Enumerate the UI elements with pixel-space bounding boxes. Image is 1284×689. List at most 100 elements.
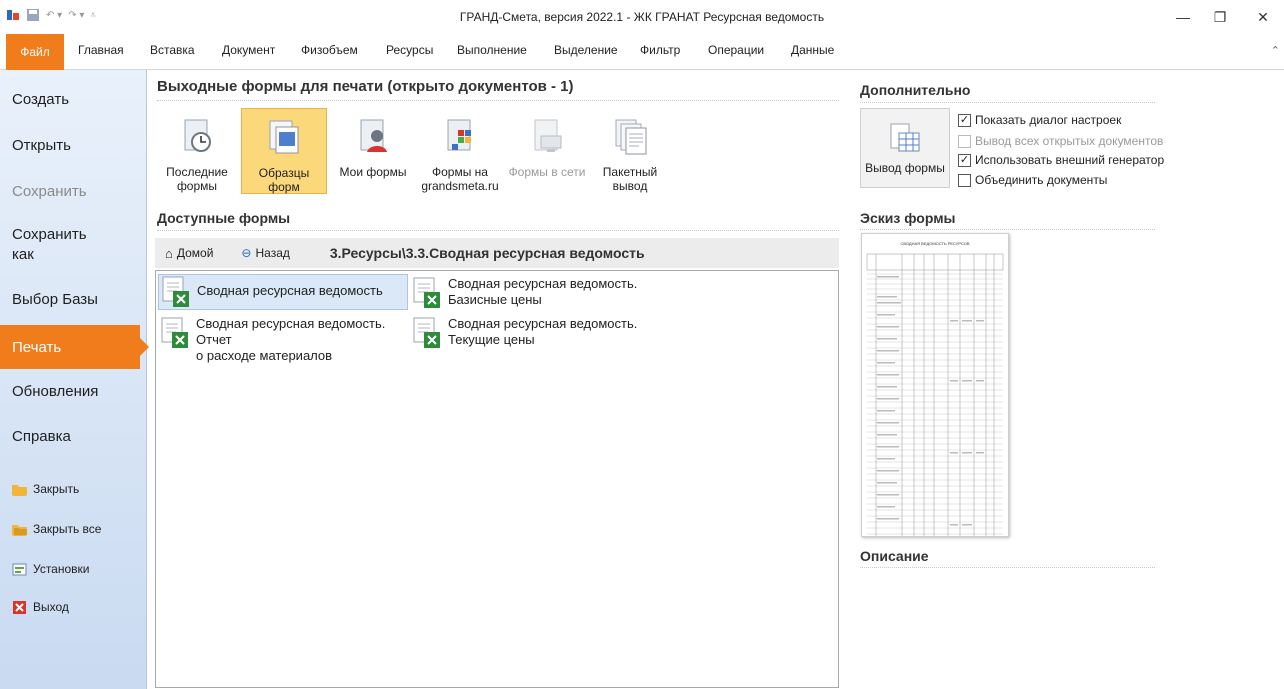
nav-exit-label: Выход (33, 600, 69, 614)
home-button[interactable]: ⌂ Домой (165, 246, 213, 261)
batch-output-label-2: вывод (612, 179, 648, 193)
breadcrumb: ⌂ Домой ⊖ Назад 3.Ресурсы\3.3.Сводная ре… (155, 238, 839, 268)
tab-insert[interactable]: Вставка (150, 43, 195, 57)
back-button[interactable]: ⊖ Назад (241, 246, 289, 260)
batch-output-button[interactable]: Пакетный вывод (590, 108, 670, 194)
nav-close-label: Закрыть (33, 482, 80, 496)
nav-print[interactable]: Печать (0, 325, 149, 369)
divider (157, 100, 839, 101)
divider (860, 567, 1155, 568)
tab-resources[interactable]: Ресурсы (386, 43, 433, 57)
user-forms-icon (360, 119, 387, 152)
title-bar: ↶ ▾ ↷ ▾ ⩡ ГРАНД-Смета, версия 2022.1 - Ж… (0, 0, 1284, 34)
nav-save-as[interactable]: Сохранить как (0, 225, 110, 265)
nav-create[interactable]: Создать (0, 90, 147, 110)
excel-form-icon (413, 277, 440, 308)
form-title: Сводная ресурсная ведомость. (448, 316, 638, 331)
folders-icon (12, 524, 27, 536)
divider (860, 102, 1155, 103)
list-item[interactable]: Сводная ресурсная ведомость. Базисные цен… (410, 276, 670, 310)
show-settings-dialog-checkbox[interactable]: ✓ Показать диалог настроек (958, 113, 1121, 127)
tab-execution[interactable]: Выполнение (457, 43, 527, 57)
additional-title: Дополнительно (860, 82, 971, 98)
nav-exit[interactable]: Выход (12, 600, 69, 614)
recent-clock-icon (184, 119, 211, 152)
current-path: 3.Ресурсы\3.3.Сводная ресурсная ведомост… (329, 245, 645, 261)
exit-icon (13, 600, 26, 614)
sample-forms-icon (269, 120, 299, 154)
list-item[interactable]: Сводная ресурсная ведомость (158, 274, 408, 310)
my-forms-label-1: Мои формы (339, 165, 407, 179)
nav-updates[interactable]: Обновления (0, 382, 147, 402)
nav-close-all[interactable]: Закрыть все (12, 522, 101, 536)
preview-heading: СВОДНАЯ ВЕДОМОСТЬ РЕСУРСОВ (900, 241, 970, 246)
preview-table-thumbnail (866, 253, 1004, 536)
tab-filter[interactable]: Фильтр (640, 43, 680, 57)
tab-file[interactable]: Файл (6, 34, 64, 70)
output-all-documents-checkbox[interactable]: Вывод всех открытых документов (958, 134, 1163, 148)
excel-form-icon (162, 276, 189, 307)
my-forms-button[interactable]: Мои формы (333, 108, 413, 194)
list-item[interactable]: Сводная ресурсная ведомость. Текущие цены (410, 316, 670, 350)
online-forms-label-2: grandsmeta.ru (421, 179, 499, 193)
collapse-ribbon-icon[interactable]: ⌃ (1271, 44, 1280, 57)
checkbox-empty-icon (958, 134, 971, 148)
divider (860, 229, 1155, 230)
ribbon-tabs: Файл Главная Вставка Документ Физобъем Р… (0, 34, 1284, 70)
output-form-button[interactable]: Вывод формы (860, 108, 950, 188)
nav-open[interactable]: Открыть (0, 136, 147, 156)
list-item[interactable]: Сводная ресурсная ведомость. Отчет о расх… (158, 316, 410, 364)
backstage-nav: Создать Открыть Сохранить Сохранить как … (0, 70, 149, 689)
tab-document[interactable]: Документ (222, 43, 275, 57)
form-title: Сводная ресурсная ведомость (197, 283, 383, 298)
nav-settings[interactable]: Установки (12, 562, 89, 576)
nav-close[interactable]: Закрыть (12, 482, 79, 496)
merge-documents-checkbox[interactable]: Объединить документы (958, 173, 1107, 187)
network-forms-button[interactable]: Формы в сети (502, 108, 592, 194)
close-window-button[interactable]: ✕ (1248, 6, 1278, 28)
sample-forms-label-1: Образцы (258, 166, 310, 180)
batch-documents-icon (615, 119, 647, 155)
checkbox-checked-icon: ✓ (958, 113, 971, 127)
checkbox-label: Использовать внешний генератор (975, 153, 1165, 167)
online-forms-button[interactable]: Формы на grandsmeta.ru (415, 108, 505, 194)
nav-help[interactable]: Справка (0, 427, 147, 447)
form-preview: СВОДНАЯ ВЕДОМОСТЬ РЕСУРСОВ (861, 233, 1009, 537)
nav-save[interactable]: Сохранить (0, 182, 147, 202)
recent-forms-button[interactable]: Последние формы (155, 108, 239, 194)
tab-data[interactable]: Данные (791, 43, 834, 57)
restore-button[interactable]: ❐ (1205, 6, 1235, 28)
page-title: Выходные формы для печати (открыто докум… (157, 78, 574, 95)
network-forms-icon (534, 119, 562, 152)
forms-list: Сводная ресурсная ведомость Сводная ресу… (155, 270, 839, 688)
online-forms-label-1: Формы на (432, 165, 488, 179)
back-label: Назад (255, 246, 290, 260)
sample-forms-button[interactable]: Образцы форм (241, 108, 327, 194)
tab-physical-volume[interactable]: Физобъем (301, 43, 358, 57)
batch-output-label-1: Пакетный (602, 165, 658, 179)
form-title: Сводная ресурсная ведомость. Отчет (196, 316, 386, 347)
tab-home[interactable]: Главная (78, 43, 124, 57)
tab-operations[interactable]: Операции (708, 43, 764, 57)
minimize-button[interactable]: — (1168, 6, 1198, 28)
tab-selection[interactable]: Выделение (554, 43, 618, 57)
recent-forms-label-2: формы (176, 179, 218, 193)
nav-select-base[interactable]: Выбор Базы (0, 290, 147, 310)
excel-form-icon (161, 317, 188, 348)
form-subtitle: Базисные цены (448, 292, 542, 307)
output-form-label: Вывод формы (865, 161, 945, 175)
divider (157, 230, 839, 231)
form-title: Сводная ресурсная ведомость. (448, 276, 638, 291)
available-forms-title: Доступные формы (157, 210, 291, 226)
window-title: ГРАНД-Смета, версия 2022.1 - ЖК ГРАНАТ Р… (459, 10, 825, 24)
checkbox-empty-icon (958, 173, 971, 187)
sketch-title: Эскиз формы (860, 210, 956, 226)
web-forms-icon (447, 119, 471, 151)
checkbox-label: Вывод всех открытых документов (975, 134, 1164, 148)
external-generator-checkbox[interactable]: ✓ Использовать внешний генератор (958, 153, 1164, 167)
folder-icon (12, 484, 27, 496)
back-arrow-icon: ⊖ (241, 246, 252, 260)
checkbox-label: Показать диалог настроек (975, 113, 1122, 127)
recent-forms-label-1: Последние (166, 165, 228, 179)
checkbox-label: Объединить документы (975, 173, 1108, 187)
